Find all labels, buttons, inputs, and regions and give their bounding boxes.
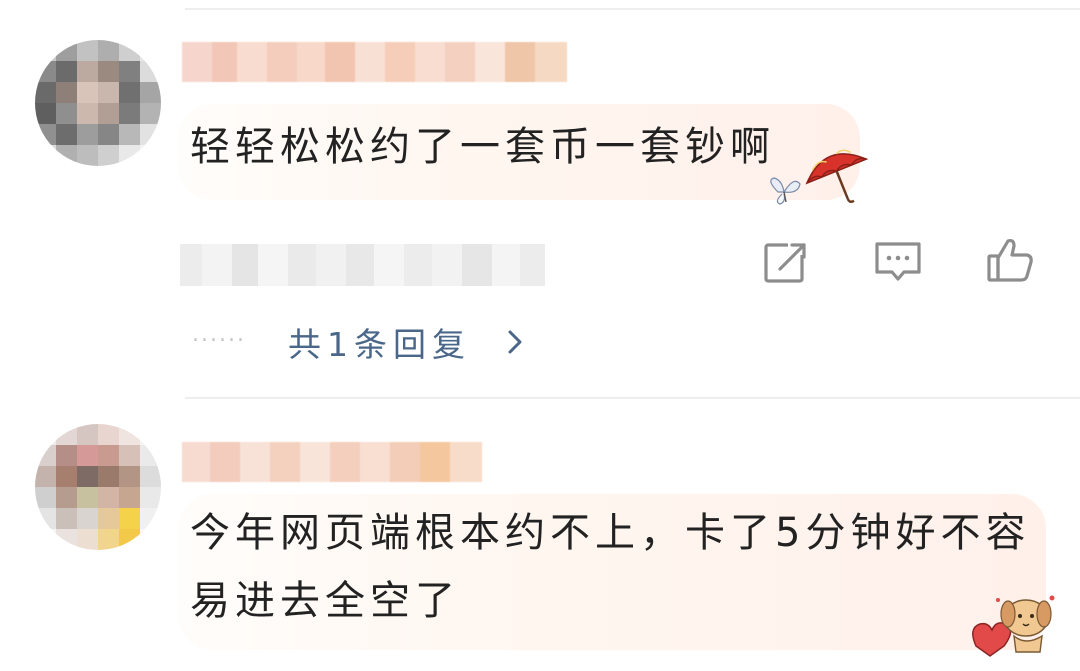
username-blurred[interactable] bbox=[182, 42, 567, 82]
puppy-heart-sticker bbox=[972, 595, 1055, 657]
timestamp-location-blurred bbox=[180, 244, 545, 286]
avatar[interactable] bbox=[35, 40, 161, 166]
comment-divider bbox=[185, 397, 1080, 399]
username-blurred[interactable] bbox=[182, 442, 482, 482]
chevron-right-icon bbox=[508, 330, 522, 354]
reply-dots: ...... bbox=[192, 322, 246, 347]
comment-text-line-2: 易进去全空了 bbox=[190, 578, 460, 624]
comment-text-line-1: 今年网页端根本约不上，卡了5分钟好不容 bbox=[190, 510, 1031, 556]
avatar[interactable] bbox=[35, 424, 161, 550]
share-icon[interactable] bbox=[760, 236, 812, 288]
thumbs-up-icon[interactable] bbox=[984, 234, 1036, 286]
view-replies-label: 共1条回复 bbox=[288, 325, 471, 364]
view-replies-link[interactable]: 共1条回复 bbox=[288, 318, 525, 366]
umbrella-butterfly-sticker bbox=[770, 149, 869, 205]
comment-text: 轻轻松松约了一套币一套钞啊 bbox=[190, 124, 775, 170]
comment-icon[interactable] bbox=[872, 236, 924, 288]
top-divider bbox=[185, 8, 1080, 10]
